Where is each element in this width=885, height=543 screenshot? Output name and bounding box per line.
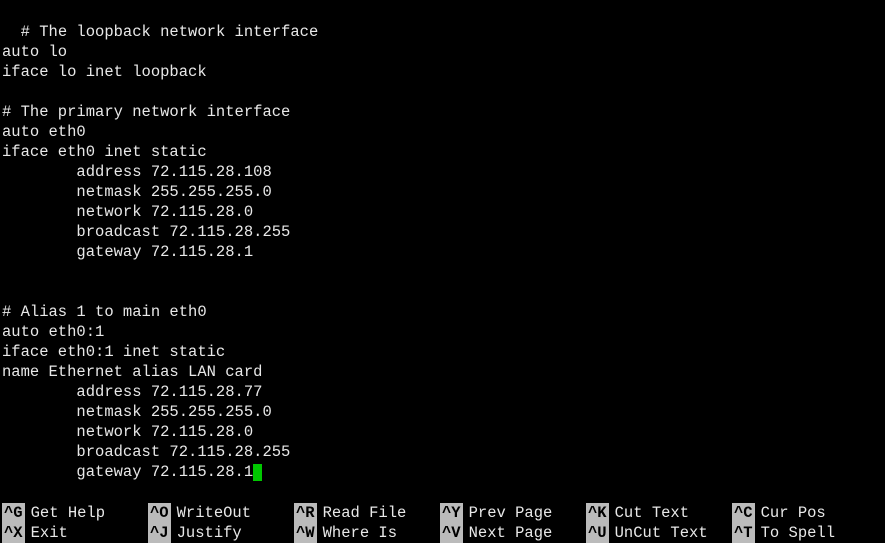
shortcut-where-is[interactable]: ^W Where Is bbox=[294, 523, 440, 543]
shortcut-label: WriteOut bbox=[171, 503, 251, 523]
file-line: iface lo inet loopback bbox=[2, 63, 207, 81]
file-line: netmask 255.255.255.0 bbox=[2, 183, 272, 201]
file-line-cursor-prefix: gateway 72.115.28.1 bbox=[2, 463, 253, 481]
shortcut-justify[interactable]: ^J Justify bbox=[148, 523, 294, 543]
shortcut-key: ^V bbox=[440, 523, 463, 543]
shortcut-key: ^U bbox=[586, 523, 609, 543]
file-line: auto lo bbox=[2, 43, 67, 61]
shortcut-bar: ^G Get Help ^O WriteOut ^R Read File ^Y … bbox=[0, 500, 885, 543]
file-line: address 72.115.28.108 bbox=[2, 163, 272, 181]
cursor-icon bbox=[253, 464, 262, 481]
editor-viewport[interactable]: # The loopback network interface auto lo… bbox=[0, 0, 885, 482]
shortcut-cur-pos[interactable]: ^C Cur Pos bbox=[732, 503, 878, 523]
shortcut-label: Cut Text bbox=[609, 503, 689, 523]
file-line: # The loopback network interface bbox=[21, 23, 319, 41]
file-line: netmask 255.255.255.0 bbox=[2, 403, 272, 421]
shortcut-label: Next Page bbox=[463, 523, 553, 543]
shortcut-row-1: ^G Get Help ^O WriteOut ^R Read File ^Y … bbox=[2, 503, 885, 523]
file-line: network 72.115.28.0 bbox=[2, 423, 253, 441]
shortcut-key: ^O bbox=[148, 503, 171, 523]
shortcut-prev-page[interactable]: ^Y Prev Page bbox=[440, 503, 586, 523]
shortcut-label: To Spell bbox=[755, 523, 835, 543]
shortcut-next-page[interactable]: ^V Next Page bbox=[440, 523, 586, 543]
shortcut-row-2: ^X Exit ^J Justify ^W Where Is ^V Next P… bbox=[2, 523, 885, 543]
shortcut-key: ^X bbox=[2, 523, 25, 543]
file-line: # The primary network interface bbox=[2, 103, 290, 121]
shortcut-key: ^Y bbox=[440, 503, 463, 523]
shortcut-label: Exit bbox=[25, 523, 68, 543]
file-line: network 72.115.28.0 bbox=[2, 203, 253, 221]
shortcut-to-spell[interactable]: ^T To Spell bbox=[732, 523, 878, 543]
file-line: auto eth0:1 bbox=[2, 323, 104, 341]
shortcut-key: ^J bbox=[148, 523, 171, 543]
file-line: auto eth0 bbox=[2, 123, 86, 141]
shortcut-label: Read File bbox=[317, 503, 407, 523]
shortcut-key: ^R bbox=[294, 503, 317, 523]
shortcut-read-file[interactable]: ^R Read File bbox=[294, 503, 440, 523]
shortcut-key: ^K bbox=[586, 503, 609, 523]
shortcut-label: Prev Page bbox=[463, 503, 553, 523]
shortcut-uncut-text[interactable]: ^U UnCut Text bbox=[586, 523, 732, 543]
file-line: iface eth0 inet static bbox=[2, 143, 207, 161]
shortcut-label: Cur Pos bbox=[755, 503, 826, 523]
file-line: broadcast 72.115.28.255 bbox=[2, 223, 290, 241]
shortcut-get-help[interactable]: ^G Get Help bbox=[2, 503, 148, 523]
shortcut-label: Justify bbox=[171, 523, 242, 543]
shortcut-label: UnCut Text bbox=[609, 523, 708, 543]
shortcut-key: ^W bbox=[294, 523, 317, 543]
shortcut-exit[interactable]: ^X Exit bbox=[2, 523, 148, 543]
file-line: name Ethernet alias LAN card bbox=[2, 363, 262, 381]
shortcut-cut-text[interactable]: ^K Cut Text bbox=[586, 503, 732, 523]
file-line: gateway 72.115.28.1 bbox=[2, 243, 253, 261]
shortcut-writeout[interactable]: ^O WriteOut bbox=[148, 503, 294, 523]
file-line: # Alias 1 to main eth0 bbox=[2, 303, 207, 321]
file-line: address 72.115.28.77 bbox=[2, 383, 262, 401]
shortcut-label: Get Help bbox=[25, 503, 105, 523]
shortcut-key: ^G bbox=[2, 503, 25, 523]
shortcut-key: ^T bbox=[732, 523, 755, 543]
shortcut-label: Where Is bbox=[317, 523, 397, 543]
file-line: iface eth0:1 inet static bbox=[2, 343, 225, 361]
file-line: broadcast 72.115.28.255 bbox=[2, 443, 290, 461]
shortcut-key: ^C bbox=[732, 503, 755, 523]
